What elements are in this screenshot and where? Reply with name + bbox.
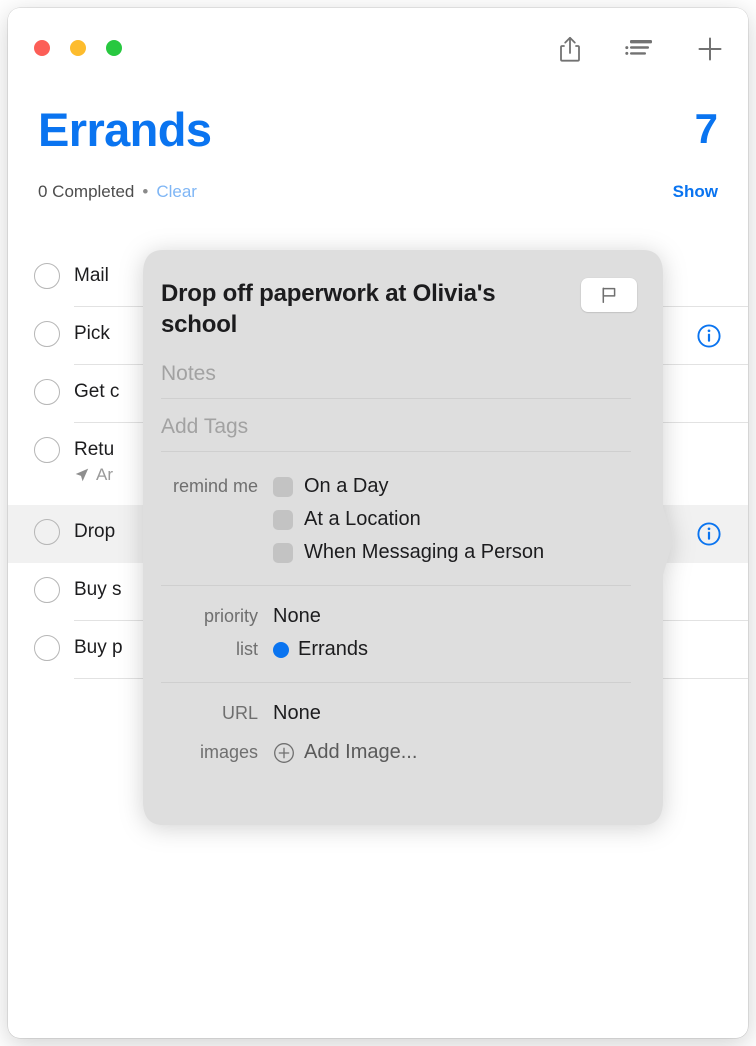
list-item-body: Retu Ar	[74, 423, 114, 499]
show-completed-button[interactable]: Show	[673, 182, 718, 202]
completed-bar: 0 Completed • Clear Show	[38, 182, 718, 202]
location-arrow-icon	[74, 467, 90, 483]
checkbox-at-a-location[interactable]	[273, 509, 293, 530]
list-item-title: Mail	[74, 265, 109, 286]
list-item-body: Get c	[74, 365, 119, 419]
remind-me-section: remind me On a Day At a Location When Me…	[161, 452, 631, 587]
priority-row[interactable]: priority None	[161, 600, 631, 633]
popover-content: Drop off paperwork at Olivia's school No…	[133, 250, 673, 825]
complete-checkbox[interactable]	[34, 263, 60, 289]
list-item-title: Drop	[74, 521, 116, 542]
reminders-window: Errands 7 0 Completed • Clear Show Mail …	[8, 8, 748, 1038]
list-item-location: Ar	[74, 465, 114, 485]
completed-count-label: 0 Completed	[38, 182, 135, 201]
share-icon[interactable]	[554, 32, 586, 66]
info-icon[interactable]	[696, 521, 722, 547]
list-item-title: Buy p	[74, 637, 123, 658]
page-title: Errands	[38, 103, 212, 156]
window-titlebar	[8, 8, 748, 86]
remind-when-messaging-row[interactable]: When Messaging a Person	[161, 536, 631, 569]
notes-field[interactable]: Notes	[161, 340, 631, 400]
reminder-count: 7	[694, 105, 718, 152]
complete-checkbox[interactable]	[34, 519, 60, 545]
remind-on-a-day-row[interactable]: remind me On a Day	[161, 470, 631, 503]
list-item-body: Buy p	[74, 621, 123, 675]
at-a-location-label: At a Location	[304, 508, 421, 531]
add-image-label: Add Image...	[304, 741, 418, 764]
metadata-section: priority None list Errands	[161, 586, 631, 684]
toolbar	[554, 32, 726, 66]
priority-value[interactable]: None	[273, 605, 321, 628]
reminder-title-field[interactable]: Drop off paperwork at Olivia's school	[161, 278, 569, 340]
list-value: Errands	[298, 638, 369, 661]
priority-label: priority	[203, 606, 258, 627]
list-row[interactable]: list Errands	[161, 633, 631, 666]
list-item-body: Drop	[74, 505, 115, 559]
list-label: list	[236, 639, 258, 660]
reminder-detail-popover: Drop off paperwork at Olivia's school No…	[133, 250, 673, 825]
remind-at-a-location-row[interactable]: At a Location	[161, 503, 631, 536]
checkbox-when-messaging[interactable]	[273, 542, 293, 563]
list-item-title: Get c	[74, 381, 120, 402]
plus-icon[interactable]	[694, 32, 726, 66]
minimize-button[interactable]	[70, 40, 86, 56]
complete-checkbox[interactable]	[34, 379, 60, 405]
tags-field[interactable]: Add Tags	[161, 399, 631, 453]
list-item-title: Retu	[74, 439, 115, 460]
extras-section: URL None images Add Image...	[161, 683, 637, 769]
url-row[interactable]: URL None	[161, 697, 637, 730]
plus-circle-icon[interactable]	[273, 742, 295, 764]
url-label: URL	[221, 703, 258, 724]
complete-checkbox[interactable]	[34, 437, 60, 463]
list-item-body: Buy s	[74, 563, 122, 617]
list-item-body: Mail	[74, 249, 109, 303]
info-icon[interactable]	[696, 323, 722, 349]
zoom-button[interactable]	[106, 40, 122, 56]
popover-header: Drop off paperwork at Olivia's school	[161, 278, 637, 340]
when-messaging-label: When Messaging a Person	[304, 541, 545, 564]
list-item-body: Pick	[74, 307, 110, 361]
url-value[interactable]: None	[273, 702, 321, 725]
clear-button[interactable]: Clear	[156, 182, 197, 202]
flag-button[interactable]	[581, 278, 637, 312]
images-row[interactable]: images Add Image...	[161, 736, 637, 769]
traffic-light-buttons	[34, 40, 122, 56]
close-button[interactable]	[34, 40, 50, 56]
list-view-icon[interactable]	[624, 32, 656, 66]
complete-checkbox[interactable]	[34, 321, 60, 347]
on-a-day-label: On a Day	[304, 475, 389, 498]
remind-me-label: remind me	[172, 476, 258, 497]
list-item-title: Buy s	[74, 579, 122, 600]
complete-checkbox[interactable]	[34, 635, 60, 661]
list-color-dot	[273, 641, 289, 658]
flag-icon	[599, 285, 619, 305]
separator-dot: •	[142, 182, 149, 201]
list-item-title: Pick	[74, 323, 110, 344]
images-label: images	[199, 742, 258, 763]
checkbox-on-a-day[interactable]	[273, 476, 293, 497]
complete-checkbox[interactable]	[34, 577, 60, 603]
list-item-subtitle: Ar	[96, 464, 113, 484]
